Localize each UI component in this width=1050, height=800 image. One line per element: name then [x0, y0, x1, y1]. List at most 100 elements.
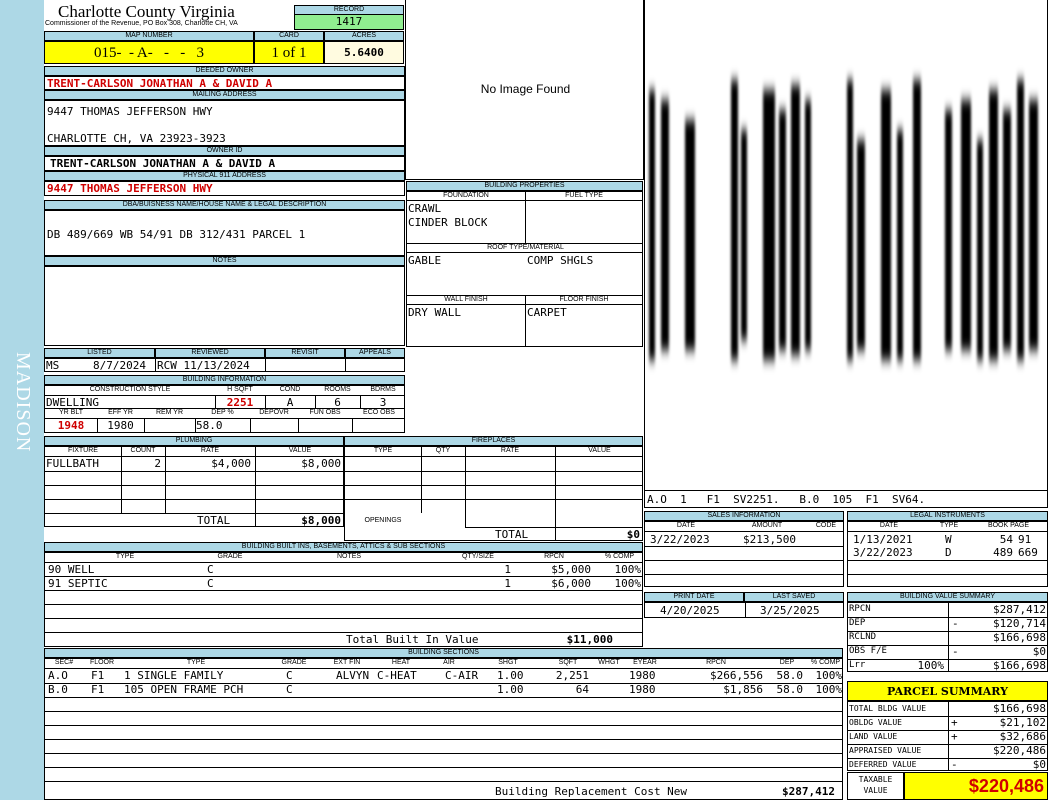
- legal-date-2: 3/22/2023: [853, 546, 913, 559]
- legal-page-1: 91: [1018, 533, 1032, 546]
- revisit-header: REVISIT: [265, 348, 345, 358]
- card-header: CARD: [254, 31, 324, 41]
- sec-h-eyear: EYEAR: [625, 659, 665, 669]
- funobs-header: FUN OBS: [298, 409, 352, 419]
- photo-area: No Image Found: [405, 0, 644, 180]
- ps-land-label: LAND VALUE: [849, 732, 898, 741]
- print-date-header: PRINT DATE: [644, 592, 744, 602]
- plumbing-count: 2: [154, 457, 161, 470]
- sec1-grade: C: [286, 669, 293, 682]
- ecoobs-header: ECO OBS: [352, 409, 404, 419]
- bi-comp-header: % COMP: [595, 553, 642, 563]
- building-info-box: CONSTRUCTION STYLE H SQFT COND ROOMS BDR…: [44, 385, 405, 433]
- sec2-type: 105 OPEN FRAME PCH: [124, 683, 244, 696]
- parcel-summary-header: PARCEL SUMMARY: [847, 681, 1048, 701]
- sec2-grade: C: [286, 683, 293, 696]
- sec-h-comp: % COMP: [807, 659, 842, 669]
- ps-deferred-value: $0: [1032, 758, 1046, 771]
- plumbing-total: $8,000: [301, 514, 341, 527]
- ps-land-sign: +: [951, 730, 958, 743]
- vs-rpcn-label: RPCN: [849, 604, 871, 614]
- ps-appraised-label: APPRAISED VALUE: [849, 746, 922, 755]
- sales-date: 3/22/2023: [650, 533, 710, 546]
- remyr-header: REM YR: [144, 409, 195, 419]
- value-summary-header: BUILDING VALUE SUMMARY: [847, 592, 1048, 602]
- dba-header: DBA/BUISNESS NAME/HOUSE NAME & LEGAL DES…: [44, 200, 405, 210]
- plumbing-rate: $4,000: [211, 457, 251, 470]
- print-date-value: 4/20/2025: [660, 604, 720, 617]
- sketch-drawing: [649, 80, 1038, 360]
- owner-id-header: OWNER ID: [44, 146, 405, 156]
- listed-by: MS: [46, 359, 60, 372]
- map-number-header: MAP NUMBER: [44, 31, 254, 41]
- plumbing-header: PLUMBING: [44, 436, 344, 446]
- ps-deferred-sign: -: [951, 758, 958, 771]
- physical-address-value: 9447 THOMAS JEFFERSON HWY: [47, 182, 213, 195]
- sketch-area: A.O 1 F1 SV2251. B.0 105 F1 SV64.: [644, 0, 1048, 508]
- bi-qty-2: 1: [504, 577, 511, 590]
- floor-finish-header: FLOOR FINISH: [525, 296, 642, 305]
- legal-date-header: DATE: [848, 522, 930, 532]
- ps-land-value: $32,686: [999, 730, 1046, 743]
- sketch-caption: A.O 1 F1 SV2251. B.0 105 F1 SV64.: [647, 493, 926, 506]
- sec2-comp: 100%: [815, 683, 843, 696]
- bi-qty-1: 1: [504, 563, 511, 576]
- sec1-air: C-AIR: [445, 669, 479, 682]
- vs-lrr-value: $166,698: [993, 659, 1046, 672]
- sales-date-header: DATE: [645, 522, 727, 532]
- dep-header: DEP %: [195, 409, 250, 419]
- record-header: RECORD: [294, 5, 404, 15]
- openings-label: OPENINGS: [364, 517, 402, 524]
- ps-obldg-sign: +: [951, 716, 958, 729]
- listed-header: LISTED: [44, 348, 155, 358]
- dba-box: DB 489/669 WB 54/91 DB 312/431 PARCEL 1: [44, 210, 405, 256]
- reviewed-header: REVIEWED: [155, 348, 265, 358]
- sales-amount-header: AMOUNT: [727, 522, 807, 532]
- cond-header: COND: [265, 386, 315, 396]
- legal-header: LEGAL INSTRUMENTS: [847, 511, 1048, 521]
- sections-total-label: Building Replacement Cost New: [495, 785, 688, 798]
- mailing-line-2: CHARLOTTE CH, VA 23923-3923: [47, 132, 226, 145]
- bdrms-header: BDRMS: [360, 386, 404, 396]
- sec1-dep: 58.0: [776, 669, 804, 682]
- mailing-line-1: 9447 THOMAS JEFFERSON HWY: [47, 105, 213, 118]
- listing-row: MS 8/7/2024 RCW 11/13/2024: [44, 358, 405, 372]
- ps-total-bldg-label: TOTAL BLDG VALUE: [849, 704, 927, 713]
- yrblt-value: 1948: [57, 419, 85, 432]
- dba-value: DB 489/669 WB 54/91 DB 312/431 PARCEL 1: [47, 228, 306, 241]
- sec-h-sec: SEC#: [45, 659, 83, 669]
- vs-rclnd-label: RCLND: [849, 632, 877, 642]
- vs-lrr-pct: 100%: [917, 659, 945, 672]
- vs-obs-label: OBS F/E: [849, 646, 887, 656]
- building-properties-box: FOUNDATION FUEL TYPE CRAWL CINDER BLOCK …: [406, 191, 643, 347]
- built-ins-header: BUILDING BUILT INS, BASEMENTS, ATTICS & …: [44, 542, 643, 552]
- fixture-header: FIXTURE: [45, 447, 121, 457]
- sec1-ext: ALVYN: [336, 669, 370, 682]
- plumbing-box: FIXTURE COUNT RATE VALUE FULLBATH 2 $4,0…: [44, 446, 344, 527]
- fp-total-label: TOTAL: [495, 528, 529, 541]
- sales-code-header: CODE: [807, 522, 843, 532]
- owner-id-value: TRENT-CARLSON JONATHAN A & DAVID A: [50, 157, 276, 170]
- vs-dep-value: $120,714: [993, 617, 1046, 630]
- ps-deferred-label: DEFERRED VALUE: [849, 760, 917, 769]
- sec-h-grade: GRADE: [271, 659, 317, 669]
- taxable-value: $220,486: [904, 772, 1048, 800]
- bi-type-1: 90 WELL: [48, 563, 95, 576]
- sec-h-air: AIR: [425, 659, 473, 669]
- sec2-dep: 58.0: [776, 683, 804, 696]
- sec-h-whgt: WHGT: [593, 659, 625, 669]
- legal-type-1: W: [945, 533, 952, 546]
- sec-h-rpcn: RPCN: [665, 659, 767, 669]
- vs-obs-value: $0: [1032, 645, 1046, 658]
- sec2-sqft: 64: [575, 683, 589, 696]
- dep-value: 58.0: [196, 419, 223, 432]
- taxable-label-1: TAXABLE: [858, 775, 893, 784]
- bi-total: $11,000: [566, 633, 613, 646]
- physical-address-header: PHYSICAL 911 ADDRESS: [44, 171, 405, 181]
- deeded-owner-box: TRENT-CARLSON JONATHAN A & DAVID A: [44, 76, 405, 90]
- bi-grade-header: GRADE: [205, 553, 255, 563]
- county-title: Charlotte County Virginia: [58, 2, 235, 21]
- sec1-shgt: 1.00: [497, 669, 524, 682]
- legal-type-2: D: [945, 546, 952, 559]
- record-value: 1417: [294, 15, 404, 30]
